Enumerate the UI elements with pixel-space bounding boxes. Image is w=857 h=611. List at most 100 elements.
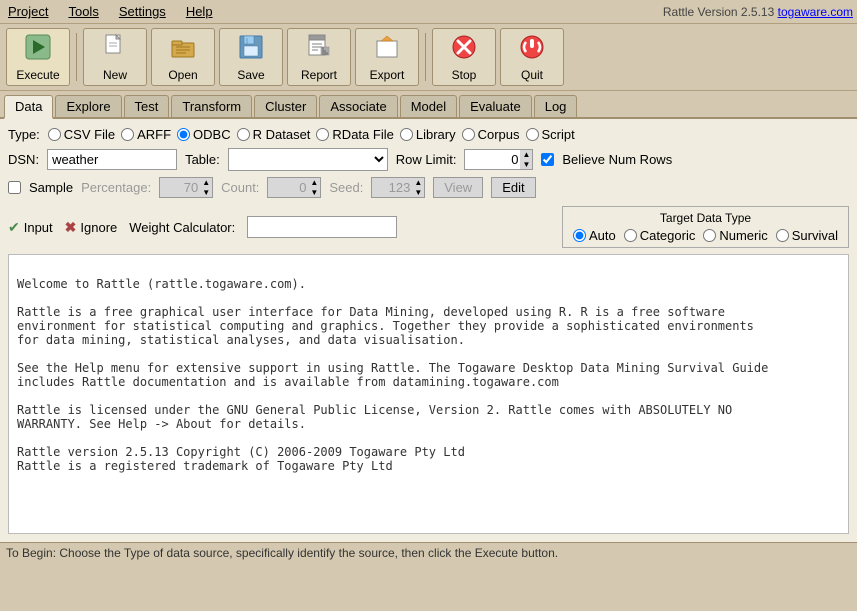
tab-data[interactable]: Data — [4, 95, 53, 119]
row-limit-label: Row Limit: — [396, 152, 457, 167]
report-button[interactable]: Report — [287, 28, 351, 86]
menu-tools[interactable]: Tools — [64, 2, 102, 21]
dsn-input[interactable] — [47, 149, 177, 170]
main-panel: Type: CSV File ARFF ODBC R Dataset RData… — [0, 119, 857, 542]
menubar-right: Rattle Version 2.5.13 togaware.com — [663, 5, 853, 19]
target-numeric-input[interactable] — [703, 229, 716, 242]
new-button[interactable]: New — [83, 28, 147, 86]
count-down[interactable]: ▼ — [308, 188, 320, 198]
save-icon — [237, 33, 265, 66]
count-spinner[interactable]: ▲ ▼ — [267, 177, 321, 198]
save-label: Save — [237, 68, 264, 82]
report-label: Report — [301, 68, 337, 82]
export-button[interactable]: Export — [355, 28, 419, 86]
tab-associate[interactable]: Associate — [319, 95, 397, 117]
toolbar: Execute New Open — [0, 24, 857, 91]
radio-odbc[interactable]: ODBC — [177, 127, 231, 142]
radio-odbc-label: ODBC — [193, 127, 231, 142]
ignore-label: Ignore — [80, 220, 117, 235]
target-auto[interactable]: Auto — [573, 228, 616, 243]
execute-button[interactable]: Execute — [6, 28, 70, 86]
target-survival[interactable]: Survival — [776, 228, 838, 243]
menu-help[interactable]: Help — [182, 2, 217, 21]
export-icon — [373, 33, 401, 66]
quit-button[interactable]: Quit — [500, 28, 564, 86]
count-input[interactable] — [268, 178, 308, 197]
radio-arff[interactable]: ARFF — [121, 127, 171, 142]
report-icon — [305, 33, 333, 66]
radio-rdatafile-input[interactable] — [316, 128, 329, 141]
tab-explore[interactable]: Explore — [55, 95, 121, 117]
radio-corpus-input[interactable] — [462, 128, 475, 141]
radio-csv[interactable]: CSV File — [48, 127, 115, 142]
table-select[interactable] — [228, 148, 388, 171]
radio-rdatafile[interactable]: RData File — [316, 127, 393, 142]
stop-button[interactable]: Stop — [432, 28, 496, 86]
percentage-up[interactable]: ▲ — [200, 178, 212, 188]
row-limit-down[interactable]: ▼ — [520, 160, 532, 170]
save-button[interactable]: Save — [219, 28, 283, 86]
percentage-down[interactable]: ▼ — [200, 188, 212, 198]
radio-rdataset-input[interactable] — [237, 128, 250, 141]
sample-row: Sample Percentage: ▲ ▼ Count: ▲ ▼ Seed: … — [8, 177, 849, 198]
radio-rdataset[interactable]: R Dataset — [237, 127, 311, 142]
believe-num-rows-label[interactable]: Believe Num Rows — [562, 152, 672, 167]
target-numeric[interactable]: Numeric — [703, 228, 767, 243]
count-up[interactable]: ▲ — [308, 178, 320, 188]
toolbar-separator-2 — [425, 33, 426, 81]
percentage-spinner[interactable]: ▲ ▼ — [159, 177, 213, 198]
weight-calculator-label: Weight Calculator: — [129, 220, 235, 235]
radio-library-input[interactable] — [400, 128, 413, 141]
count-spin-buttons: ▲ ▼ — [308, 178, 320, 197]
menu-project[interactable]: Project — [4, 2, 52, 21]
radio-csv-input[interactable] — [48, 128, 61, 141]
radio-rdatafile-label: RData File — [332, 127, 393, 142]
percentage-input[interactable] — [160, 178, 200, 197]
percentage-label: Percentage: — [81, 180, 151, 195]
edit-button[interactable]: Edit — [491, 177, 535, 198]
open-button[interactable]: Open — [151, 28, 215, 86]
input-row: ✔ Input ✖ Ignore Weight Calculator: Targ… — [8, 206, 849, 248]
tab-evaluate[interactable]: Evaluate — [459, 95, 532, 117]
dsn-label: DSN: — [8, 152, 39, 167]
target-survival-input[interactable] — [776, 229, 789, 242]
radio-corpus[interactable]: Corpus — [462, 127, 520, 142]
tab-log[interactable]: Log — [534, 95, 578, 117]
radio-library[interactable]: Library — [400, 127, 456, 142]
output-area[interactable]: Welcome to Rattle (rattle.togaware.com).… — [8, 254, 849, 534]
seed-up[interactable]: ▲ — [412, 178, 424, 188]
view-button[interactable]: View — [433, 177, 483, 198]
statusbar: To Begin: Choose the Type of data source… — [0, 542, 857, 563]
row-limit-spinner[interactable]: ▲ ▼ — [464, 149, 533, 170]
radio-script-input[interactable] — [526, 128, 539, 141]
radio-script-label: Script — [542, 127, 575, 142]
radio-csv-label: CSV File — [64, 127, 115, 142]
sample-label[interactable]: Sample — [29, 180, 73, 195]
open-label: Open — [168, 68, 197, 82]
tab-test[interactable]: Test — [124, 95, 170, 117]
target-auto-input[interactable] — [573, 229, 586, 242]
radio-arff-input[interactable] — [121, 128, 134, 141]
tab-transform[interactable]: Transform — [171, 95, 252, 117]
percentage-spin-buttons: ▲ ▼ — [200, 178, 212, 197]
target-options: Auto Categoric Numeric Survival — [573, 228, 838, 243]
sample-checkbox[interactable] — [8, 181, 21, 194]
seed-input[interactable] — [372, 178, 412, 197]
radio-odbc-input[interactable] — [177, 128, 190, 141]
row-limit-input[interactable] — [465, 150, 520, 169]
weight-calculator-input[interactable] — [247, 216, 397, 238]
target-survival-label: Survival — [792, 228, 838, 243]
radio-script[interactable]: Script — [526, 127, 575, 142]
tab-model[interactable]: Model — [400, 95, 457, 117]
tab-cluster[interactable]: Cluster — [254, 95, 317, 117]
seed-spinner[interactable]: ▲ ▼ — [371, 177, 425, 198]
row-limit-up[interactable]: ▲ — [520, 150, 532, 160]
believe-num-rows-checkbox[interactable] — [541, 153, 554, 166]
seed-down[interactable]: ▼ — [412, 188, 424, 198]
type-label: Type: — [8, 127, 40, 142]
website-link[interactable]: togaware.com — [778, 5, 853, 19]
checkmark-icon: ✔ — [8, 219, 20, 236]
menu-settings[interactable]: Settings — [115, 2, 170, 21]
target-categoric-input[interactable] — [624, 229, 637, 242]
target-categoric[interactable]: Categoric — [624, 228, 696, 243]
